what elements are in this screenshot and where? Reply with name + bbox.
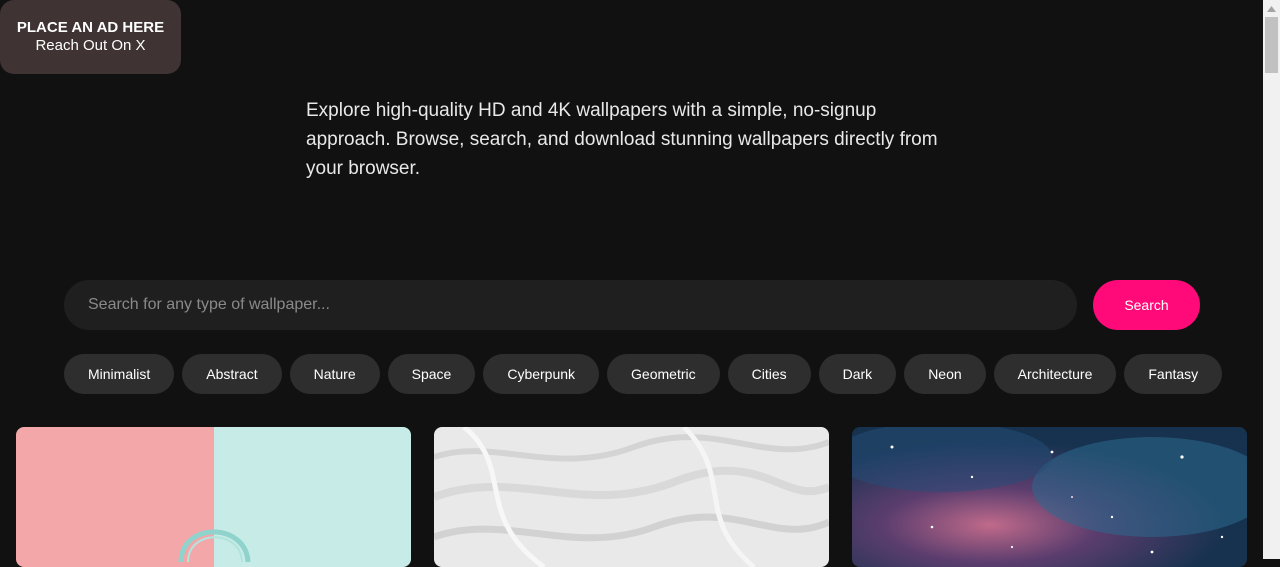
tag-nature[interactable]: Nature [289,354,380,394]
scrollbar-thumb[interactable] [1265,17,1278,73]
tag-cyberpunk[interactable]: Cyberpunk [483,354,600,394]
intro-text: Explore high-quality HD and 4K wallpaper… [306,100,938,179]
wallpaper-card-galaxy[interactable] [852,427,1247,567]
scroll-up-arrow-icon[interactable] [1263,0,1280,17]
ad-title: PLACE AN AD HERE [16,19,165,36]
search-button[interactable]: Search [1093,280,1200,330]
tag-dark[interactable]: Dark [818,354,897,394]
place-ad-banner[interactable]: PLACE AN AD HERE Reach Out On X [0,0,181,74]
vertical-scrollbar[interactable] [1263,0,1280,559]
tag-architecture[interactable]: Architecture [993,354,1117,394]
tag-fantasy[interactable]: Fantasy [1124,354,1223,394]
wallpaper-image-pastel [16,427,411,567]
category-tags: Minimalist Abstract Nature Space Cyberpu… [64,354,1223,394]
tag-minimalist[interactable]: Minimalist [64,354,175,394]
tag-space[interactable]: Space [387,354,476,394]
wallpaper-image-texture [434,427,829,567]
wallpaper-image-galaxy [852,427,1247,567]
tag-neon[interactable]: Neon [904,354,986,394]
wallpaper-card-texture[interactable] [434,427,829,567]
tag-geometric[interactable]: Geometric [607,354,720,394]
wallpaper-card-pastel[interactable] [16,427,411,567]
tag-abstract[interactable]: Abstract [182,354,282,394]
ad-subtitle: Reach Out On X [35,37,146,54]
search-input[interactable] [64,280,1077,330]
tag-cities[interactable]: Cities [727,354,811,394]
